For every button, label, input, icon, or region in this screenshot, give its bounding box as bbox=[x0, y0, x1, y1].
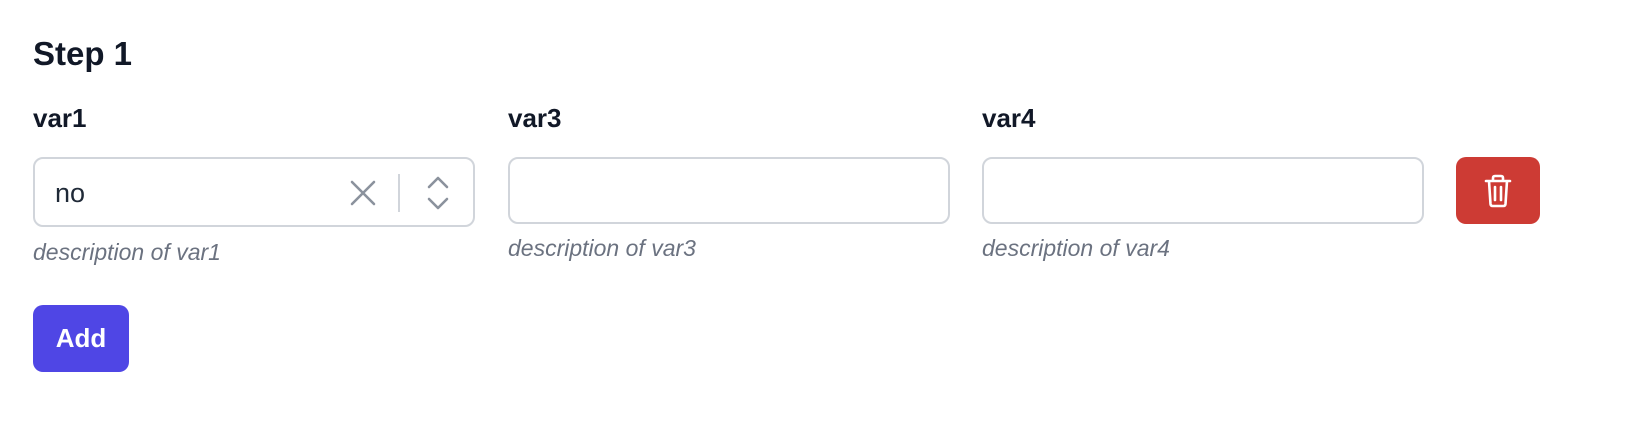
select-divider bbox=[398, 174, 400, 212]
trash-icon bbox=[1484, 174, 1512, 208]
field-description-var3: description of var3 bbox=[508, 235, 696, 261]
var4-input[interactable] bbox=[982, 157, 1424, 224]
step-title: Step 1 bbox=[33, 35, 133, 72]
var1-select-value: no bbox=[55, 178, 86, 208]
field-label-var3: var3 bbox=[508, 103, 562, 133]
delete-row-button[interactable] bbox=[1456, 157, 1540, 224]
field-label-var1: var1 bbox=[33, 103, 87, 133]
close-icon[interactable] bbox=[347, 177, 379, 209]
field-description-var1: description of var1 bbox=[33, 239, 221, 265]
add-button[interactable]: Add bbox=[33, 305, 129, 372]
field-description-var4: description of var4 bbox=[982, 235, 1170, 261]
var3-input[interactable] bbox=[508, 157, 950, 224]
chevron-up-down-icon[interactable] bbox=[423, 174, 453, 212]
var1-select[interactable]: no bbox=[33, 157, 475, 227]
field-label-var4: var4 bbox=[982, 103, 1036, 133]
